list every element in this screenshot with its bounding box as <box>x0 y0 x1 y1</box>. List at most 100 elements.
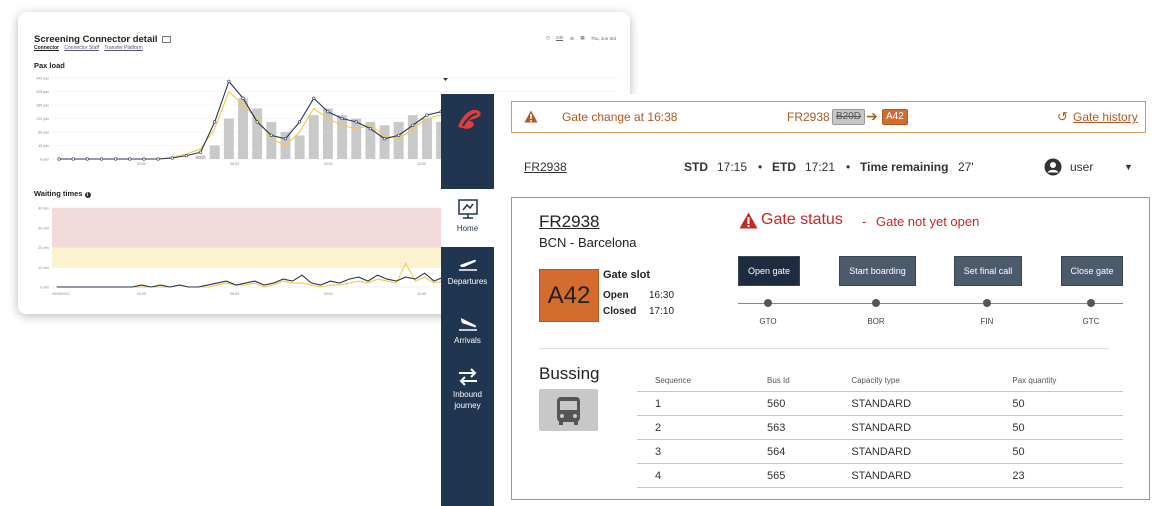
swap-arrows-icon <box>458 368 477 386</box>
step-label-gtc: GTC <box>1082 317 1100 326</box>
open-label: Open <box>603 290 629 301</box>
column-header-pax-quantity: Pax quantity <box>1012 375 1057 385</box>
cell-capacity-type: STANDARD <box>833 415 995 440</box>
cell-sequence: 2 <box>637 415 749 440</box>
table-header-row: Sequence Bus Id Capacity type Pax quanti… <box>637 373 1123 392</box>
gate-app-window: Home Departures Arrivals Inbound journey <box>441 94 1157 506</box>
pax-y-tick-label: 40 pax <box>38 144 49 148</box>
column-header-bus-id: Bus Id <box>767 375 790 385</box>
flight-gate-card: FR2938 BCN - Barcelona A42 Gate slot Ope… <box>511 197 1150 500</box>
closed-label: Closed <box>603 306 637 317</box>
pax-x-tick-label: 06:00 <box>230 162 239 166</box>
pax-dark-line-point <box>156 157 160 161</box>
open-gate-button[interactable]: Open gate <box>738 256 800 286</box>
wait-y-tick-label: 40 min <box>38 207 49 211</box>
progress-track <box>738 303 1123 304</box>
plane-takeoff-icon <box>458 259 477 271</box>
gate-badge: A42 <box>539 269 599 322</box>
cell-capacity-type: STANDARD <box>833 391 995 416</box>
pax-dark-line-point <box>425 113 429 117</box>
pax-dark-line-point <box>382 137 387 141</box>
cell-bus-id: 563 <box>749 415 834 440</box>
user-name[interactable]: user <box>1070 160 1093 174</box>
pax-dark-line-point <box>255 120 259 124</box>
pax-dark-line-point <box>368 127 372 131</box>
pax-dark-line-point <box>269 133 273 137</box>
sidebar-item-home[interactable]: Home <box>441 189 494 247</box>
pax-bar <box>308 115 319 159</box>
cell-bus-id: 565 <box>749 463 834 488</box>
pax-bar <box>294 135 305 159</box>
step-label-fin: FIN <box>980 317 994 326</box>
cell-pax-quantity: 50 <box>994 415 1123 440</box>
cell-pax-quantity: 23 <box>994 463 1123 488</box>
cell-capacity-type: STANDARD <box>833 439 995 464</box>
pax-dark-line-point <box>227 79 231 83</box>
gate-change-text: Gate change at 16:38 <box>562 110 678 124</box>
cell-pax-quantity: 50 <box>994 439 1123 464</box>
gate-status-value: Gate not yet open <box>876 214 980 229</box>
pax-bar <box>337 115 348 159</box>
cell-sequence: 3 <box>637 439 749 464</box>
warning-icon <box>524 110 538 123</box>
open-time: 16:30 <box>649 290 675 301</box>
sidebar-item-inbound-journey[interactable]: Inbound journey <box>441 368 494 418</box>
set-final-call-button[interactable]: Set final call <box>954 256 1022 286</box>
history-icon: ↺ <box>1057 109 1068 124</box>
sidebar-item-arrivals[interactable]: Arrivals <box>441 316 494 356</box>
sidebar-item-departures[interactable]: Departures <box>441 257 494 297</box>
bussing-table: Sequence Bus Id Capacity type Pax quanti… <box>637 373 1123 488</box>
table-row: 1 560 STANDARD 50 <box>637 391 1123 416</box>
step-dot-gto <box>764 299 772 307</box>
user-avatar-icon[interactable] <box>1044 158 1062 176</box>
pax-dark-line-point <box>57 157 61 161</box>
pax-dark-line-point <box>298 120 302 124</box>
bussing-title: Bussing <box>539 364 600 383</box>
separator-dot: • <box>846 160 851 174</box>
destination: BCN - Barcelona <box>539 235 637 250</box>
start-boarding-button[interactable]: Start boarding <box>839 256 916 286</box>
etd-value: 17:21 <box>805 160 836 174</box>
infobar-flight-link[interactable]: FR2938 <box>524 160 567 174</box>
pax-dark-line-point <box>114 157 118 161</box>
closed-time: 17:10 <box>649 306 675 317</box>
pax-y-tick-label: 120 pax <box>36 117 49 121</box>
card-flight-link[interactable]: FR2938 <box>539 212 599 232</box>
pax-dark-line-point <box>241 96 245 100</box>
close-gate-button[interactable]: Close gate <box>1061 256 1123 286</box>
pax-dark-line-point <box>128 157 132 161</box>
pax-y-tick-label: 160 pax <box>36 104 49 108</box>
pax-bar <box>422 118 432 159</box>
pax-bar <box>223 118 234 159</box>
pax-dark-line-point <box>184 154 189 158</box>
table-row: 3 564 STANDARD 50 <box>637 439 1123 464</box>
step-dot-gtc <box>1087 299 1095 307</box>
table-row: 4 565 STANDARD 23 <box>637 463 1123 488</box>
pax-bar <box>393 121 404 159</box>
column-header-capacity-type: Capacity type <box>851 375 900 385</box>
time-remaining-value: 27' <box>958 160 974 174</box>
step-dot-fin <box>983 299 991 307</box>
std-label: STD <box>684 160 708 174</box>
pax-dark-line-point <box>397 133 401 137</box>
cell-capacity-type: STANDARD <box>833 463 995 488</box>
gate-change-banner: Gate change at 16:38 FR2938 B20D ➔ A42 ↺… <box>511 101 1146 133</box>
wait-x-tick-label: 06:00 <box>230 292 239 296</box>
step-dot-bor <box>872 299 880 307</box>
pax-bar <box>209 145 220 159</box>
table-row: 2 563 STANDARD 50 <box>637 415 1123 440</box>
gate-status-dash: - <box>862 214 867 229</box>
pax-bar <box>407 115 418 159</box>
cell-bus-id: 560 <box>749 391 834 416</box>
chevron-down-icon[interactable]: ▼ <box>1124 162 1133 172</box>
cell-sequence: 1 <box>637 391 749 416</box>
gate-history-link[interactable]: Gate history <box>1073 110 1138 124</box>
plane-landing-icon <box>458 318 477 331</box>
wait-y-tick-label: 30 min <box>38 226 49 230</box>
pax-x-tick-label: 03:00 <box>137 162 146 166</box>
banner-flight: FR2938 <box>787 110 830 124</box>
bus-icon <box>557 397 580 425</box>
std-value: 17:15 <box>717 160 748 174</box>
time-remaining-label: Time remaining <box>860 160 949 174</box>
pax-bar <box>195 155 206 159</box>
